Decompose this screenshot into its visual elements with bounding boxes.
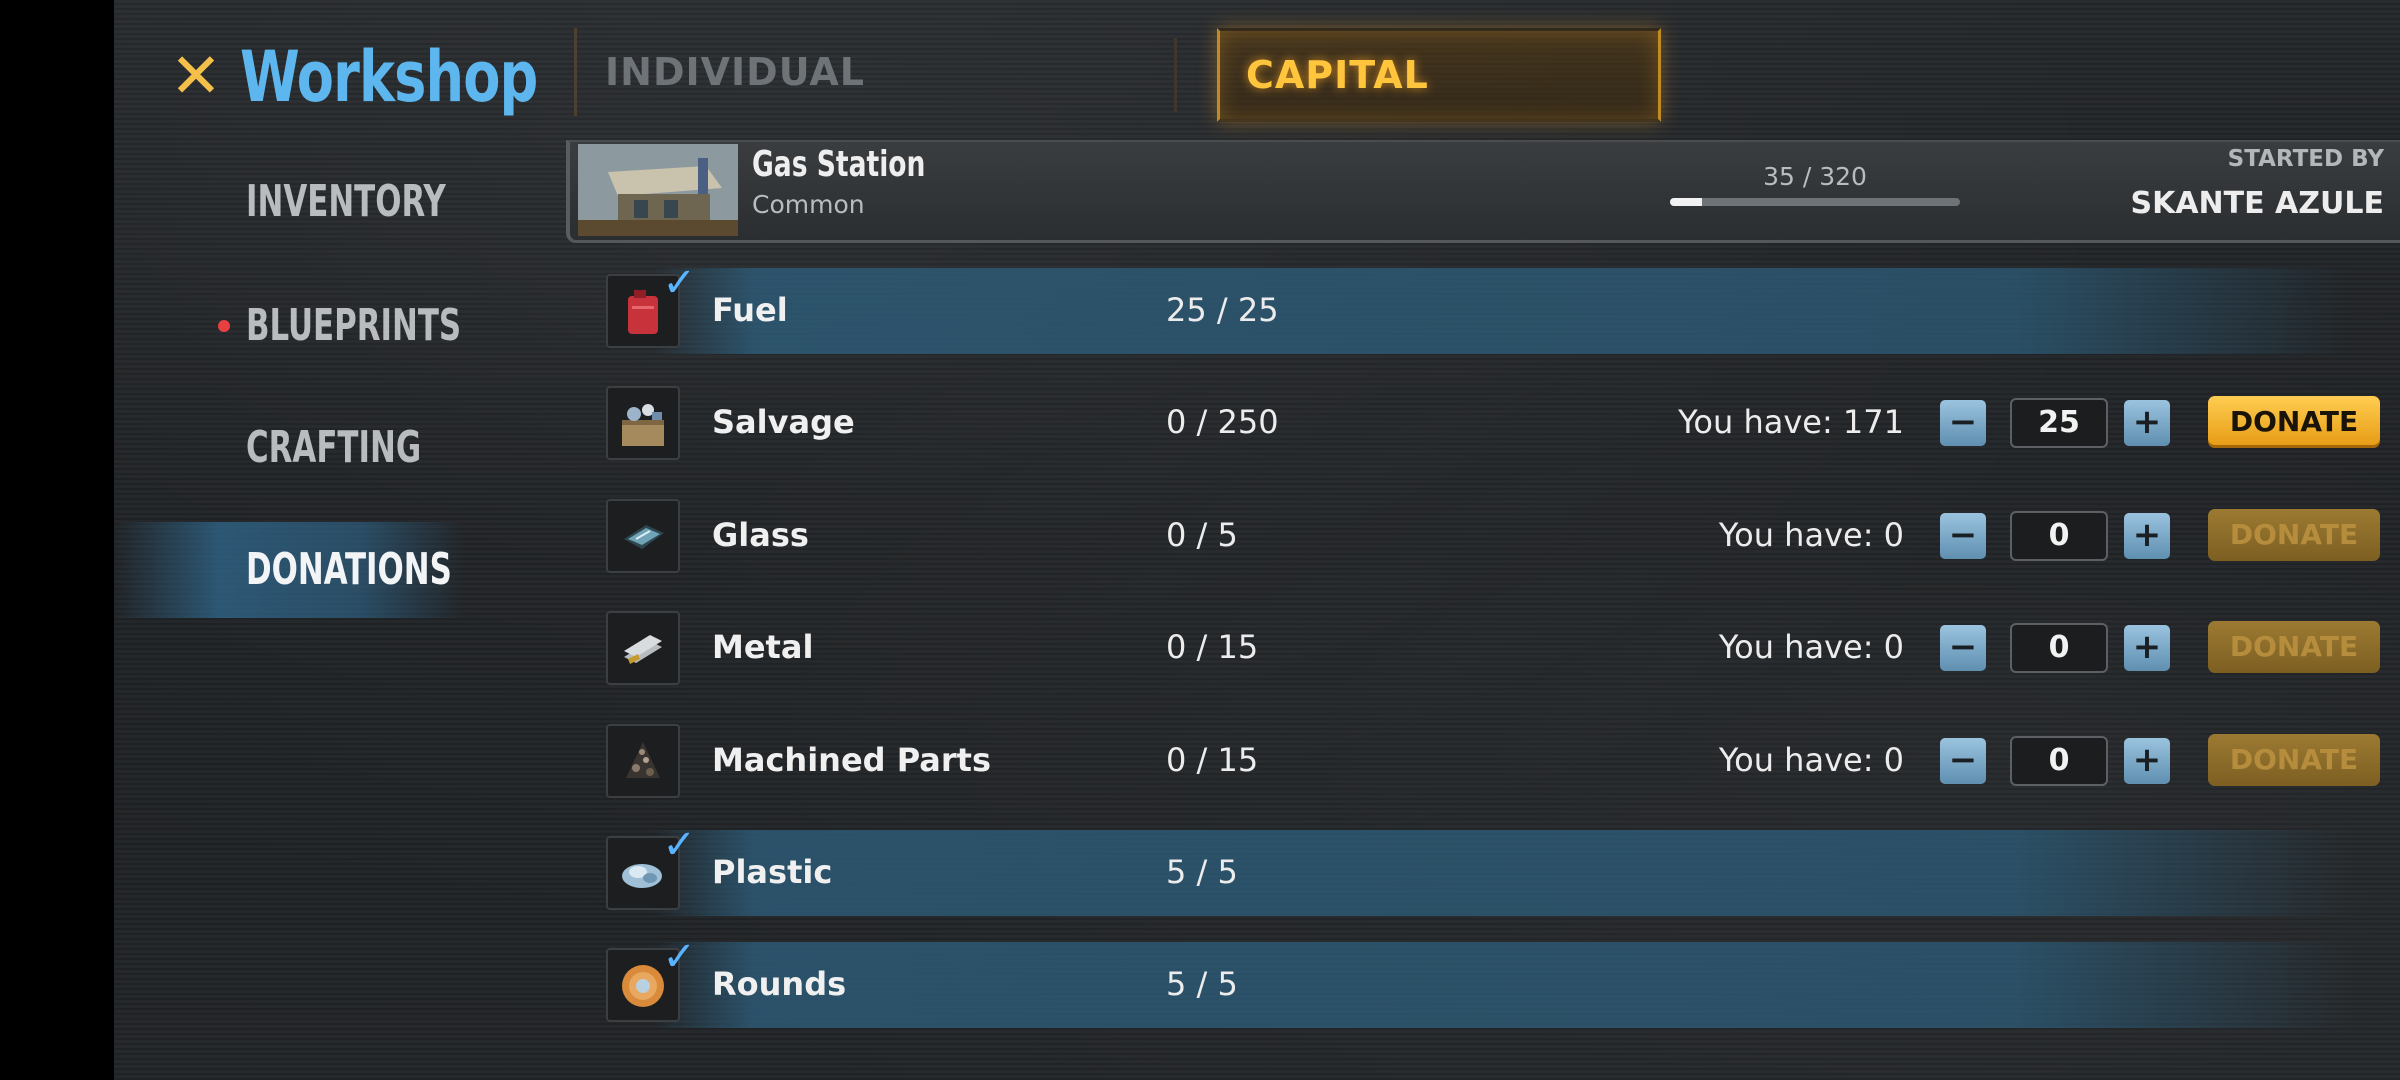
nav-item-label: BLUEPRINTS [246, 300, 462, 351]
item-slot [606, 386, 680, 460]
quantity-field[interactable]: 0 [2010, 736, 2108, 786]
blueprint-progress-text: 35 / 320 [1763, 162, 1867, 191]
salvage-crate-icon [622, 404, 664, 446]
check-icon: ✓ [662, 260, 696, 306]
blueprint-name: Gas Station [752, 144, 926, 185]
completed-band [652, 268, 2352, 354]
nav-item-label: INVENTORY [246, 176, 446, 227]
decrease-button[interactable]: − [1940, 513, 1986, 559]
donation-row-glass: Glass 0 / 5 You have: 0 − 0 + DONATE [592, 489, 2400, 577]
item-progress: 5 / 5 [1166, 853, 1238, 891]
metal-bars-icon [624, 635, 662, 664]
tab-individual-donations[interactable]: INDIVIDUAL DONATIONS [574, 28, 1077, 182]
item-progress: 25 / 25 [1166, 291, 1279, 329]
nav-item-donations[interactable]: DONATIONS [114, 522, 464, 618]
increase-button[interactable]: + [2124, 738, 2170, 784]
item-slot: ✓ [606, 260, 696, 348]
item-name: Rounds [712, 965, 847, 1003]
quantity-field[interactable]: 0 [2010, 623, 2108, 673]
donate-button[interactable]: DONATE [2208, 396, 2380, 448]
nav-item-label: DONATIONS [246, 544, 452, 595]
item-progress: 5 / 5 [1166, 965, 1238, 1003]
tab-capital-donations[interactable]: CAPITAL DONATIONS [1217, 28, 1661, 185]
nav-item-crafting[interactable]: CRAFTING [114, 402, 464, 494]
tab-divider [1174, 38, 1177, 112]
item-progress: 0 / 5 [1166, 516, 1238, 554]
decrease-button[interactable]: − [1940, 738, 1986, 784]
owned-count: You have: 0 [1718, 741, 1904, 779]
donation-row-machined-parts: Machined Parts 0 / 15 You have: 0 − 0 + … [592, 714, 2400, 802]
donate-button[interactable]: DONATE [2208, 621, 2380, 673]
owned-count: You have: 0 [1718, 628, 1904, 666]
nav-item-label: CRAFTING [246, 422, 422, 473]
donate-button[interactable]: DONATE [2208, 509, 2380, 561]
owned-count: You have: 0 [1718, 516, 1904, 554]
started-by-name: SKANTE AZULE [2130, 186, 2384, 221]
completed-band [652, 942, 2352, 1028]
close-icon[interactable]: ✕ [170, 45, 222, 107]
check-icon: ✓ [662, 934, 696, 980]
increase-button[interactable]: + [2124, 513, 2170, 559]
item-name: Fuel [712, 291, 788, 329]
nav-item-blueprints[interactable]: BLUEPRINTS [114, 280, 464, 372]
glass-icon [624, 525, 664, 549]
blueprint-rarity: Common [752, 190, 865, 219]
item-progress: 0 / 15 [1166, 741, 1259, 779]
item-name: Machined Parts [712, 741, 991, 779]
completed-band [652, 830, 2352, 916]
owned-count: You have: 171 [1678, 403, 1904, 441]
machined-parts-icon [626, 742, 660, 778]
donation-row-metal: Metal 0 / 15 You have: 0 − 0 + DONATE [592, 601, 2400, 689]
workshop-screen: ✕ Workshop INVENTORY BLUEPRINTS CRAFTING… [114, 0, 2400, 1080]
decrease-button[interactable]: − [1940, 400, 1986, 446]
item-slot [606, 611, 680, 685]
page-title: Workshop [240, 36, 538, 118]
increase-button[interactable]: + [2124, 400, 2170, 446]
item-name: Salvage [712, 403, 855, 441]
blueprint-card: Gas Station Common 35 / 320 STARTED BY S… [566, 140, 2400, 243]
quantity-field[interactable]: 25 [2010, 398, 2108, 448]
item-progress: 0 / 250 [1166, 403, 1279, 441]
gas-station-thumbnail [578, 144, 738, 236]
item-name: Plastic [712, 853, 833, 891]
started-by-label: STARTED BY [2227, 146, 2384, 172]
quantity-field[interactable]: 0 [2010, 511, 2108, 561]
donation-row-rounds: ✓ Rounds 5 / 5 [592, 934, 2400, 1028]
donation-row-fuel: ✓ Fuel 25 / 25 [592, 260, 2400, 354]
item-slot [606, 499, 680, 573]
item-slot [606, 724, 680, 798]
item-slot: ✓ [606, 822, 696, 910]
blueprint-progress-bar [1670, 198, 1960, 206]
check-icon: ✓ [662, 822, 696, 868]
item-name: Metal [712, 628, 814, 666]
item-progress: 0 / 15 [1166, 628, 1259, 666]
increase-button[interactable]: + [2124, 625, 2170, 671]
donate-button[interactable]: DONATE [2208, 734, 2380, 786]
item-name: Glass [712, 516, 809, 554]
item-slot: ✓ [606, 934, 696, 1022]
nav-item-inventory[interactable]: INVENTORY [114, 156, 464, 248]
decrease-button[interactable]: − [1940, 625, 1986, 671]
progress-fill [1670, 198, 1702, 206]
donation-row-salvage: Salvage 0 / 250 You have: 171 − 25 + DON… [592, 376, 2400, 464]
donation-row-plastic: ✓ Plastic 5 / 5 [592, 822, 2400, 916]
